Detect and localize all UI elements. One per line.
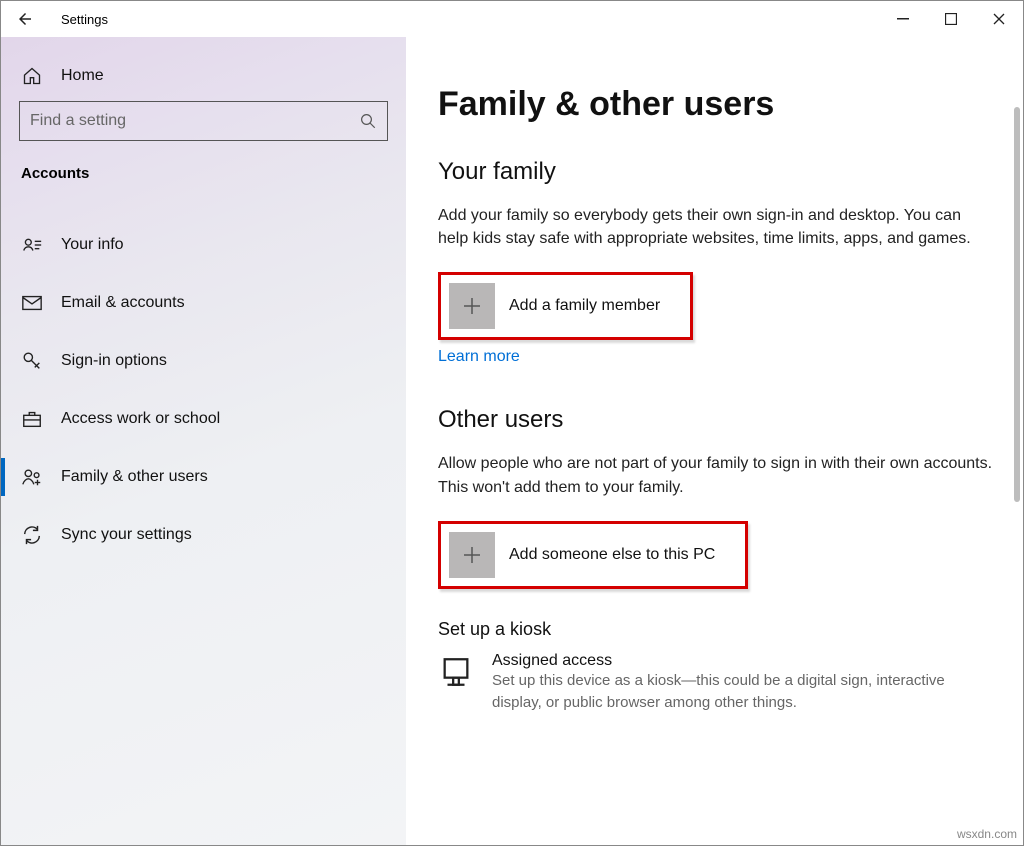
sidebar-item-label: Family & other users bbox=[61, 468, 208, 486]
maximize-button[interactable] bbox=[927, 1, 975, 37]
assigned-access-title: Assigned access bbox=[492, 652, 995, 670]
minimize-icon bbox=[897, 13, 909, 25]
add-someone-else-button[interactable]: Add someone else to this PC bbox=[441, 524, 745, 586]
sidebar-item-label: Sign-in options bbox=[61, 352, 167, 370]
home-label: Home bbox=[61, 67, 104, 85]
sidebar: Home Accounts Your info bbox=[1, 37, 406, 845]
sidebar-item-access-work-school[interactable]: Access work or school bbox=[1, 390, 406, 448]
arrow-left-icon bbox=[16, 10, 34, 28]
sidebar-item-label: Sync your settings bbox=[61, 526, 192, 544]
sidebar-item-label: Your info bbox=[61, 236, 124, 254]
content-scrollbar[interactable] bbox=[1014, 107, 1020, 825]
sidebar-navlist: Your info Email & accounts Sign-in optio… bbox=[1, 216, 406, 564]
kiosk-icon bbox=[438, 654, 474, 690]
sidebar-item-label: Email & accounts bbox=[61, 294, 185, 312]
highlight-add-family: Add a family member bbox=[438, 272, 693, 340]
home-icon bbox=[21, 65, 43, 87]
content-pane: Family & other users Your family Add you… bbox=[406, 37, 1023, 845]
page-title: Family & other users bbox=[438, 85, 995, 124]
window-controls bbox=[879, 1, 1023, 37]
mail-icon bbox=[21, 292, 43, 314]
window-title: Settings bbox=[61, 12, 108, 27]
learn-more-link[interactable]: Learn more bbox=[438, 348, 520, 365]
other-users-description: Allow people who are not part of your fa… bbox=[438, 452, 995, 498]
briefcase-icon bbox=[21, 408, 43, 430]
watermark: wsxdn.com bbox=[957, 827, 1017, 841]
search-box[interactable] bbox=[19, 101, 388, 141]
scrollbar-thumb[interactable] bbox=[1014, 107, 1020, 502]
family-description: Add your family so everybody gets their … bbox=[438, 204, 995, 250]
maximize-icon bbox=[945, 13, 957, 25]
plus-icon bbox=[449, 532, 495, 578]
search-icon bbox=[359, 112, 377, 130]
sidebar-item-label: Access work or school bbox=[61, 410, 220, 428]
sidebar-item-sign-in-options[interactable]: Sign-in options bbox=[1, 332, 406, 390]
settings-window: Settings Home bbox=[0, 0, 1024, 846]
sidebar-item-email-accounts[interactable]: Email & accounts bbox=[1, 274, 406, 332]
add-family-label: Add a family member bbox=[509, 297, 660, 315]
minimize-button[interactable] bbox=[879, 1, 927, 37]
back-button[interactable] bbox=[11, 5, 39, 33]
sidebar-item-family-other-users[interactable]: Family & other users bbox=[1, 448, 406, 506]
close-icon bbox=[993, 13, 1005, 25]
sync-icon bbox=[21, 524, 43, 546]
plus-icon bbox=[449, 283, 495, 329]
close-button[interactable] bbox=[975, 1, 1023, 37]
assigned-access-row[interactable]: Assigned access Set up this device as a … bbox=[438, 652, 995, 714]
search-input[interactable] bbox=[30, 112, 359, 130]
key-icon bbox=[21, 350, 43, 372]
family-heading: Your family bbox=[438, 158, 995, 186]
add-family-member-button[interactable]: Add a family member bbox=[441, 275, 690, 337]
assigned-access-desc: Set up this device as a kiosk—this could… bbox=[492, 670, 995, 714]
kiosk-heading: Set up a kiosk bbox=[438, 619, 995, 640]
people-icon bbox=[21, 466, 43, 488]
person-card-icon bbox=[21, 234, 43, 256]
add-other-label: Add someone else to this PC bbox=[509, 546, 715, 564]
titlebar: Settings bbox=[1, 1, 1023, 37]
sidebar-item-sync-settings[interactable]: Sync your settings bbox=[1, 506, 406, 564]
sidebar-item-your-info[interactable]: Your info bbox=[1, 216, 406, 274]
sidebar-category: Accounts bbox=[1, 159, 406, 188]
home-nav[interactable]: Home bbox=[1, 57, 406, 101]
highlight-add-other: Add someone else to this PC bbox=[438, 521, 748, 589]
other-users-heading: Other users bbox=[438, 406, 995, 434]
